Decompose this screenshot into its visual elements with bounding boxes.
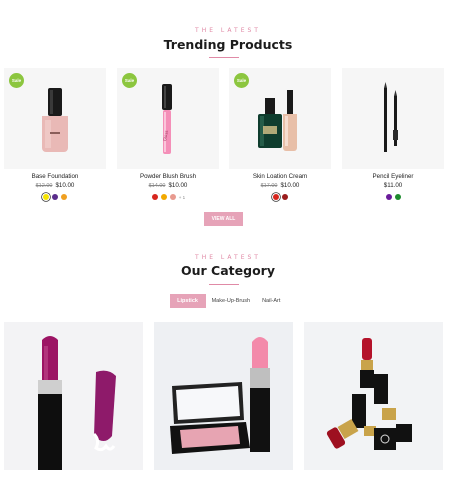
category-divider xyxy=(209,284,239,285)
tab-nail-art[interactable]: Nail-Art xyxy=(256,294,286,308)
swatch-peach[interactable] xyxy=(170,194,177,200)
product-image[interactable]: Sale xyxy=(4,68,106,169)
current-price: $11.00 xyxy=(383,182,403,189)
more-swatches[interactable]: + 1 xyxy=(179,195,185,200)
trending-title: Trending Products xyxy=(163,37,293,52)
product-name[interactable]: Base Foundation xyxy=(4,173,106,182)
product-card[interactable]: Sale Skin Loation Cream $17.00 $10.00 xyxy=(229,68,331,203)
product-prices: $17.00 $10.00 xyxy=(229,182,331,191)
current-price: $10.00 xyxy=(168,182,188,189)
color-swatches xyxy=(4,194,106,203)
sale-badge: Sale xyxy=(122,73,137,88)
category-image-blush-lipstick[interactable] xyxy=(154,322,293,470)
product-image[interactable] xyxy=(342,68,444,169)
product-prices: $12.00 $10.00 xyxy=(4,182,106,191)
product-card[interactable]: Sale Gloss Powder Blush Brush $14.00 $10.… xyxy=(117,68,219,203)
product-prices: $14.00 $10.00 xyxy=(117,182,219,191)
product-prices: $11.00 xyxy=(342,182,444,191)
category-image-lipstick-swatch[interactable] xyxy=(4,322,143,470)
product-name[interactable]: Pencil Eyeliner xyxy=(342,173,444,182)
swatch-red[interactable] xyxy=(152,194,159,200)
eyeliner-pencils-image xyxy=(384,82,398,152)
category-title: Our Category xyxy=(181,263,275,278)
view-all-button[interactable]: VIEW ALL xyxy=(204,212,243,226)
trending-divider xyxy=(209,57,239,58)
current-price: $10.00 xyxy=(55,182,75,189)
category-subtitle: THE LATEST xyxy=(195,254,261,261)
category-tabs: Lipstick Make-Up-Brush Nail-Art xyxy=(0,294,456,308)
old-price: $12.00 xyxy=(35,183,53,189)
trending-subtitle: THE LATEST xyxy=(195,27,261,34)
color-swatches xyxy=(342,194,444,203)
swatch-dark-red[interactable] xyxy=(281,194,288,200)
category-image-lipstick-collection[interactable] xyxy=(304,322,443,470)
product-image[interactable]: Sale xyxy=(229,68,331,169)
swatch-amber[interactable] xyxy=(161,194,168,200)
swatch-purple[interactable] xyxy=(385,194,392,200)
sale-badge: Sale xyxy=(234,73,249,88)
product-name[interactable]: Skin Loation Cream xyxy=(229,173,331,182)
product-card[interactable]: Pencil Eyeliner $11.00 xyxy=(342,68,444,203)
old-price: $14.00 xyxy=(148,183,166,189)
product-card[interactable]: Sale Base Foundation $12.00 $10.00 xyxy=(4,68,106,203)
current-price: $10.00 xyxy=(280,182,300,189)
swatch-yellow[interactable] xyxy=(43,194,49,200)
tab-lipstick[interactable]: Lipstick xyxy=(169,294,206,308)
color-swatches xyxy=(229,194,331,203)
swatch-red[interactable] xyxy=(272,194,279,200)
product-image[interactable]: Sale Gloss xyxy=(117,68,219,169)
lipstick-swatch-image xyxy=(4,322,143,470)
sale-badge: Sale xyxy=(9,73,24,88)
old-price: $17.00 xyxy=(260,183,278,189)
color-swatches: + 1 xyxy=(117,194,219,203)
blush-compact-image xyxy=(154,322,293,470)
product-name[interactable]: Powder Blush Brush xyxy=(117,173,219,182)
swatch-green[interactable] xyxy=(394,194,401,200)
swatch-orange[interactable] xyxy=(61,194,67,200)
lipstick-collection-image xyxy=(304,322,443,470)
tab-make-up-brush[interactable]: Make-Up-Brush xyxy=(206,294,257,308)
swatch-purple[interactable] xyxy=(52,194,58,200)
